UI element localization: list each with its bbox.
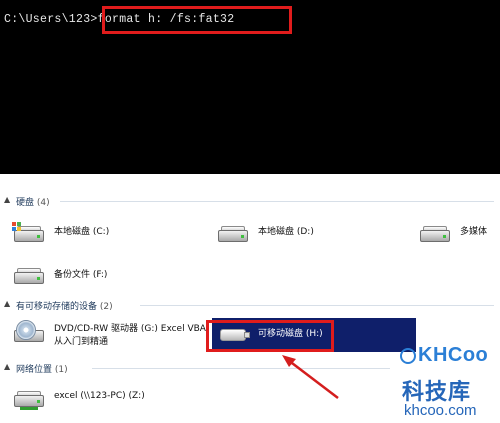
collapse-chevron-icon[interactable]: ▲	[4, 299, 10, 308]
section-title: 网络位置	[16, 365, 53, 375]
drive-label-c: 本地磁盘 (C:)	[54, 227, 110, 237]
network-drive-icon	[14, 391, 44, 413]
section-divider	[92, 368, 390, 369]
section-count: (1)	[54, 365, 68, 375]
drive-label-f: 备份文件 (F:)	[54, 270, 108, 280]
book-icon	[400, 348, 416, 364]
hard-drive-icon	[14, 268, 44, 286]
drive-label-d: 本地磁盘 (D:)	[258, 227, 314, 237]
watermark-logo: KHCoo	[418, 344, 489, 366]
section-count: (2)	[99, 302, 113, 312]
collapse-chevron-icon[interactable]: ▲	[4, 362, 10, 371]
drive-label-media: 多媒体	[460, 227, 488, 237]
watermark: KHCoo 科技库 khcoo.com	[396, 342, 500, 423]
dvd-drive-icon	[14, 320, 44, 342]
hard-drive-icon	[218, 226, 248, 244]
command-prompt-window: C:\Users\123>format h: /fs:fat32	[0, 0, 500, 174]
section-header-hard-disk[interactable]: ▲ 硬盘 (4)	[0, 193, 500, 209]
hard-drive-icon	[12, 222, 44, 244]
section-title: 硬盘	[16, 198, 35, 208]
section-divider	[140, 305, 494, 306]
drive-label-g: DVD/CD-RW 驱动器 (G:) Excel VBA	[54, 324, 206, 334]
collapse-chevron-icon[interactable]: ▲	[4, 195, 10, 204]
usb-highlight-box	[206, 320, 334, 352]
section-divider	[60, 201, 494, 202]
drive-label-g-subtitle: 从入门到精通	[54, 337, 109, 347]
section-count: (4)	[36, 198, 50, 208]
hard-drive-icon	[420, 226, 450, 244]
section-title: 有可移动存储的设备	[16, 302, 98, 312]
command-highlight-box	[102, 6, 292, 34]
watermark-site: khcoo.com	[404, 402, 477, 419]
drive-label-z: excel (\\123-PC) (Z:)	[54, 391, 145, 401]
command-prompt: C:\Users\123>	[4, 13, 98, 26]
section-header-removable[interactable]: ▲ 有可移动存储的设备 (2)	[0, 297, 500, 313]
